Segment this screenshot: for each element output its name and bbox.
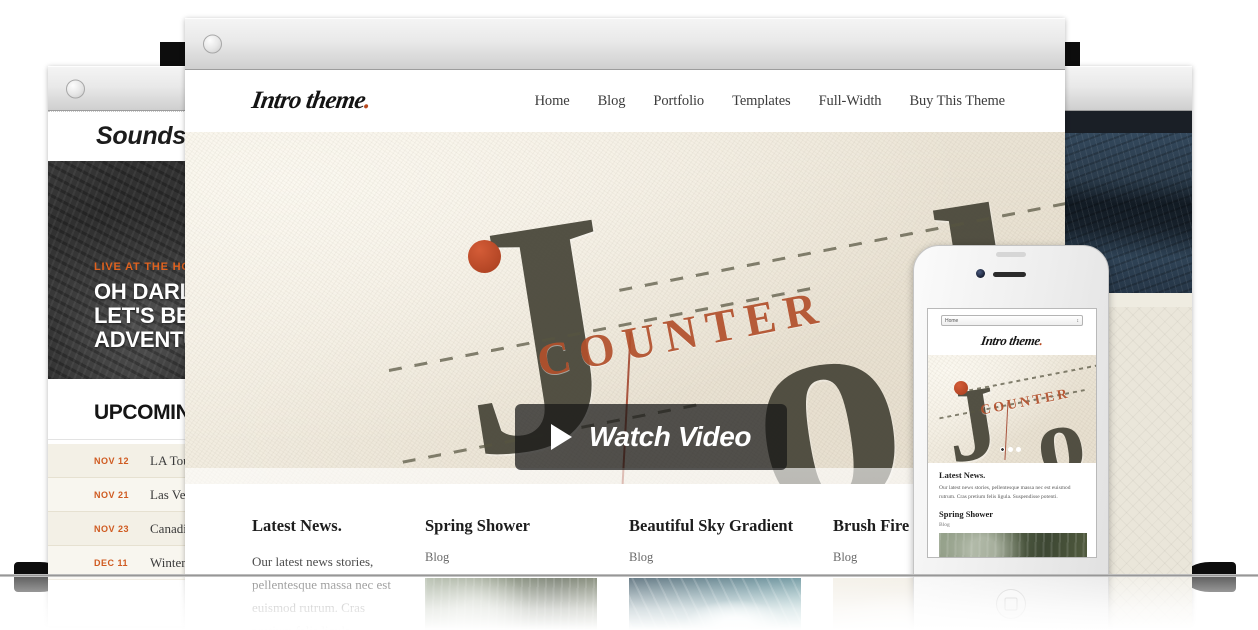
watch-video-label: Watch Video (589, 421, 752, 452)
phone-mockup[interactable]: Home ↕ Intro theme. J o COUNTER Latest N… (913, 245, 1109, 630)
window-circle-button-icon[interactable] (203, 34, 222, 54)
site-logo[interactable]: Intro theme. (185, 87, 372, 115)
showcase-canvas: Soundstage LIVE AT THE HOUSE OH DARLING … (0, 0, 1258, 630)
mobile-slider-dot-1[interactable] (1000, 447, 1005, 452)
red-ink-dot (468, 240, 501, 273)
nav-item-templates[interactable]: Templates (732, 93, 791, 110)
mobile-nav-select-value: Home (945, 317, 959, 324)
window-title-bar[interactable] (185, 18, 1065, 70)
play-triangle-icon (551, 424, 572, 450)
column-heading: Latest News. (252, 516, 342, 535)
mobile-section-heading[interactable]: Spring Shower (939, 509, 1085, 519)
mobile-slider-dot-2[interactable] (1008, 447, 1013, 452)
phone-screen[interactable]: Home ↕ Intro theme. J o COUNTER Latest N… (927, 308, 1097, 558)
column-latest-news: Latest News. Our latest news stories, pe… (252, 516, 393, 630)
column-spring-shower[interactable]: Spring Shower Blog (425, 516, 597, 630)
column-category: Blog (425, 550, 450, 564)
event-date: DEC 11 (94, 557, 129, 568)
column-category: Blog (629, 550, 654, 564)
column-beautiful-sky-gradient[interactable]: Beautiful Sky Gradient Blog (629, 516, 801, 630)
event-date: NOV 12 (94, 455, 130, 466)
phone-speaker-grille (993, 272, 1026, 277)
column-heading[interactable]: Spring Shower (425, 516, 597, 536)
site-header: Intro theme. Home Blog Portfolio Templat… (185, 70, 1065, 132)
nav-item-blog[interactable]: Blog (598, 93, 626, 110)
watch-video-button[interactable]: Watch Video (515, 404, 788, 470)
mobile-section-heading: Latest News. (939, 470, 986, 480)
event-date: NOV 23 (94, 523, 130, 534)
mobile-hero-slider[interactable]: J o COUNTER (928, 355, 1096, 463)
reflection-mirror-line (0, 574, 1258, 577)
mobile-section-category: Blog (939, 522, 950, 529)
mobile-slider-pagination[interactable] (1000, 447, 1021, 452)
chevron-updown-icon: ↕ (1076, 317, 1080, 324)
window-circle-button-icon[interactable] (66, 79, 85, 98)
column-heading[interactable]: Beautiful Sky Gradient (629, 516, 801, 536)
phone-home-button-icon[interactable] (996, 589, 1026, 619)
event-date: NOV 21 (94, 489, 130, 500)
mobile-nav-select[interactable]: Home ↕ (941, 315, 1083, 326)
phone-top-notch (996, 252, 1026, 257)
red-ink-dot (954, 381, 968, 395)
phone-camera-icon (976, 269, 985, 278)
teal-sky-cloud-photo[interactable] (629, 578, 801, 630)
mobile-section-body: Our latest news stories, pellentesque ma… (939, 485, 1071, 501)
forest-reflection-photo[interactable] (939, 533, 1087, 557)
column-body: Our latest news stories, pellentesque ma… (252, 554, 391, 630)
site-logo-text: Intro theme (249, 87, 367, 114)
nav-item-home[interactable]: Home (535, 93, 570, 110)
mobile-slider-dot-3[interactable] (1016, 447, 1021, 452)
forest-reflection-photo[interactable] (425, 578, 597, 630)
nav-item-full-width[interactable]: Full-Width (819, 93, 882, 110)
nav-item-buy-this-theme[interactable]: Buy This Theme (909, 93, 1005, 110)
main-navigation: Home Blog Portfolio Templates Full-Width… (535, 93, 1065, 110)
phone-body: Home ↕ Intro theme. J o COUNTER Latest N… (913, 245, 1109, 630)
nav-item-portfolio[interactable]: Portfolio (653, 93, 704, 110)
mobile-site-logo-text: Intro theme (979, 333, 1042, 348)
mobile-content: Latest News. Our latest news stories, pe… (928, 463, 1096, 557)
mobile-site-logo[interactable]: Intro theme. (928, 326, 1096, 355)
